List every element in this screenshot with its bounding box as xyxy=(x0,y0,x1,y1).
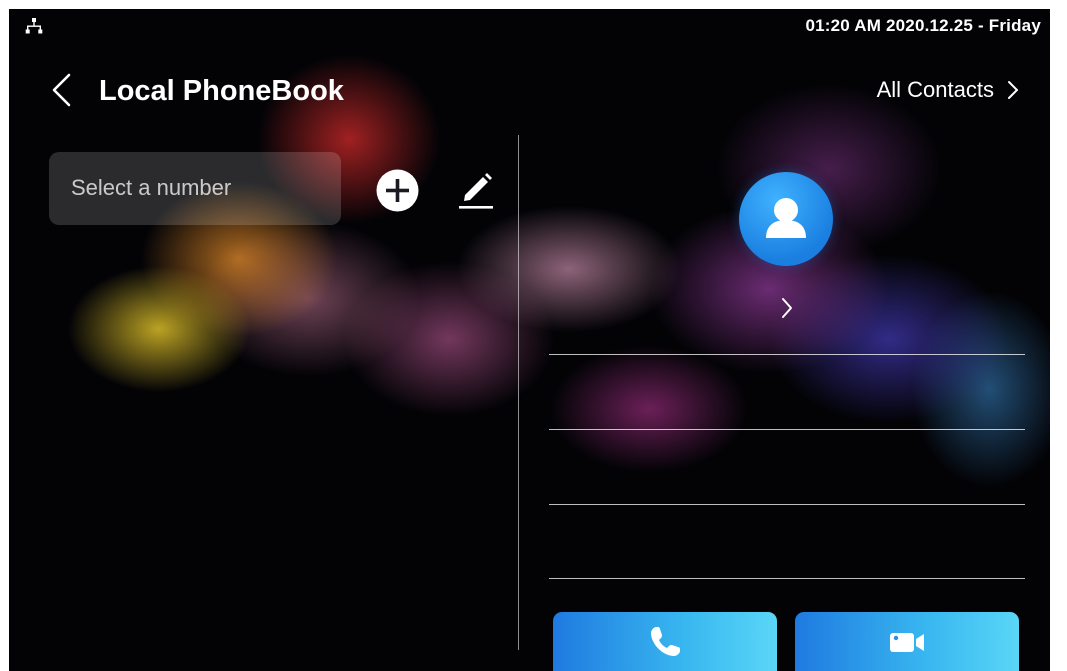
all-contacts-button[interactable]: All Contacts xyxy=(877,75,1020,105)
edit-contacts-button[interactable] xyxy=(456,168,496,212)
pencil-icon xyxy=(459,173,493,209)
contact-field-line-3 xyxy=(549,504,1025,505)
audio-call-button[interactable] xyxy=(553,612,777,671)
status-bar: 01:20 AM 2020.12.25 - Friday xyxy=(9,9,1050,45)
chevron-right-icon xyxy=(1008,81,1018,99)
back-button[interactable] xyxy=(45,71,79,109)
user-icon xyxy=(766,198,806,238)
contact-avatar xyxy=(739,172,833,266)
contact-field-line-2 xyxy=(549,429,1025,430)
page-header: Local PhoneBook All Contacts xyxy=(9,65,1050,115)
contact-name-arrow[interactable] xyxy=(779,295,795,321)
network-topology-icon xyxy=(25,18,43,34)
video-call-button[interactable] xyxy=(795,612,1019,671)
all-contacts-label: All Contacts xyxy=(876,77,994,102)
video-camera-icon xyxy=(890,633,924,652)
select-number-field[interactable]: Select a number xyxy=(49,152,341,225)
contact-field-line-4 xyxy=(549,578,1025,579)
phonebook-screen: 01:20 AM 2020.12.25 - Friday Local Phone… xyxy=(9,9,1050,671)
select-number-placeholder: Select a number xyxy=(71,175,232,200)
phone-icon xyxy=(651,627,680,656)
chevron-right-icon xyxy=(782,298,792,318)
plus-circle-icon xyxy=(376,169,419,212)
add-contact-button[interactable] xyxy=(375,168,420,213)
status-datetime: 01:20 AM 2020.12.25 - Friday xyxy=(805,16,1041,35)
chevron-left-icon xyxy=(52,73,71,107)
contact-field-line-1 xyxy=(549,354,1025,355)
page-title: Local PhoneBook xyxy=(99,75,344,107)
panel-divider xyxy=(518,135,519,650)
